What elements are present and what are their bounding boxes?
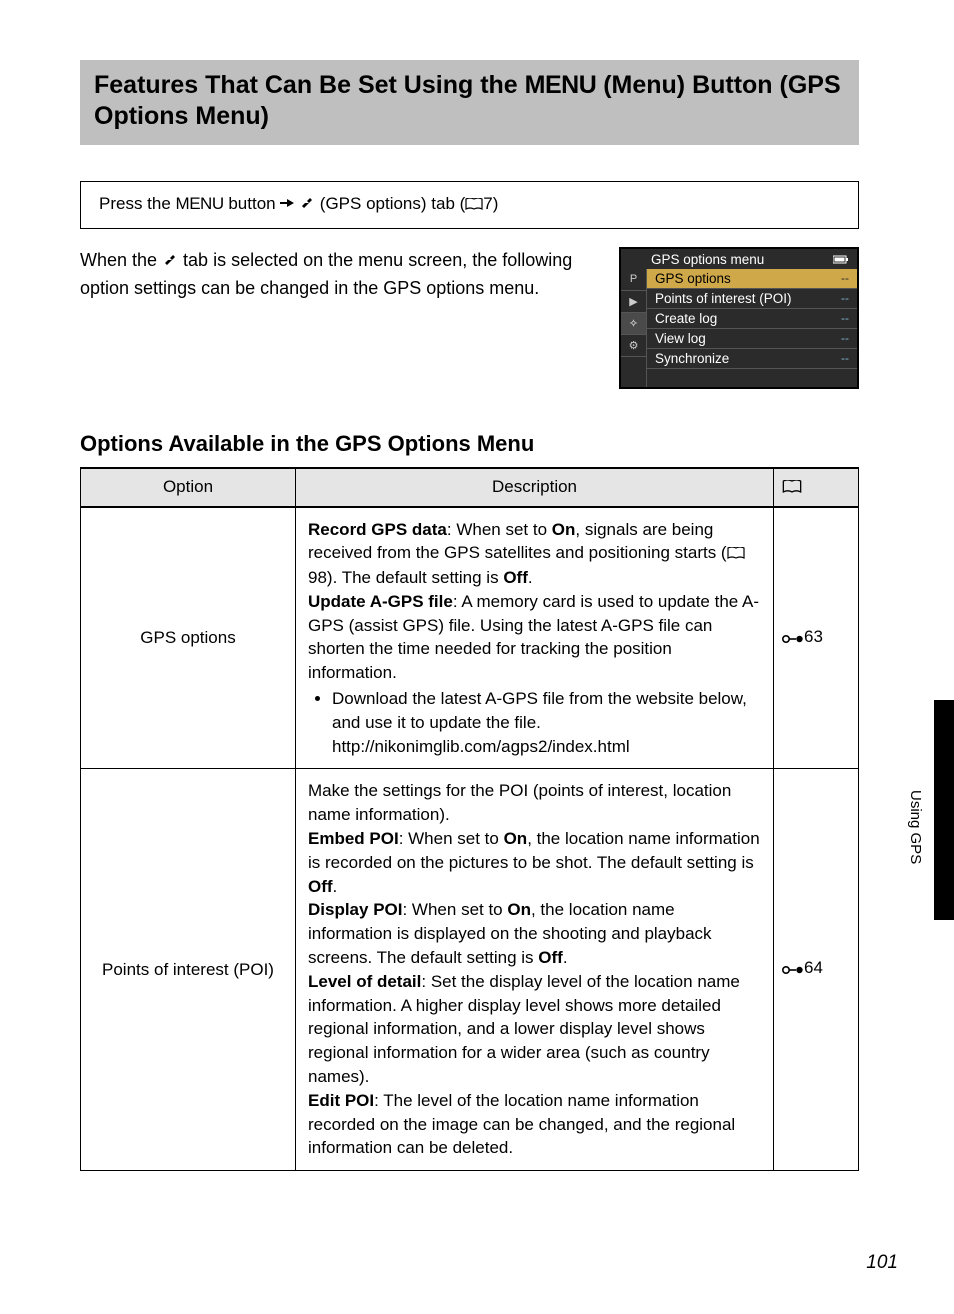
screen-row-val: -- bbox=[841, 291, 849, 305]
instr-suffix: ) bbox=[493, 194, 499, 213]
desc-term: On bbox=[552, 520, 576, 539]
screen-row-label: Synchronize bbox=[655, 351, 729, 366]
screen-tab-play: ▶ bbox=[621, 291, 646, 313]
screen-tab-gps: ✧ bbox=[621, 313, 646, 335]
screen-row-val: -- bbox=[841, 311, 849, 325]
satellite-icon bbox=[299, 195, 315, 216]
book-icon bbox=[465, 195, 483, 215]
desc-text: : When set to bbox=[399, 829, 504, 848]
desc-term: Display POI bbox=[308, 900, 402, 919]
instr-page-ref: 7 bbox=[483, 194, 492, 213]
desc-text: . bbox=[563, 948, 568, 967]
title-menu-word: MENU bbox=[525, 71, 597, 99]
screen-tab-strip: P ▶ ✧ ⚙ bbox=[621, 269, 647, 387]
screen-row-label: Create log bbox=[655, 311, 717, 326]
cell-description: Make the settings for the POI (points of… bbox=[296, 769, 774, 1171]
screen-row: Synchronize -- bbox=[647, 349, 857, 369]
screen-row-val: -- bbox=[841, 271, 849, 285]
title-prefix: Features That Can Be Set Using the bbox=[94, 71, 525, 99]
intro-paragraph: When the tab is selected on the menu scr… bbox=[80, 247, 593, 389]
screen-tab-p: P bbox=[621, 269, 646, 291]
book-icon bbox=[727, 542, 745, 566]
book-icon bbox=[782, 478, 802, 498]
screen-menu-list: GPS options -- Points of interest (POI) --… bbox=[647, 269, 857, 387]
screen-title: GPS options menu bbox=[651, 252, 764, 267]
th-option: Option bbox=[81, 468, 296, 507]
desc-term: Off bbox=[308, 877, 333, 896]
camera-screen-mock: GPS options menu P ▶ ✧ ⚙ GPS options -- P… bbox=[619, 247, 859, 389]
cell-description: Record GPS data: When set to On, signals… bbox=[296, 507, 774, 769]
desc-bullet: Download the latest A-GPS file from the … bbox=[332, 687, 761, 758]
desc-text: 98). The default setting is bbox=[308, 568, 503, 587]
desc-term: Edit POI bbox=[308, 1091, 374, 1110]
intro-l1a: When the bbox=[80, 250, 162, 270]
screen-row-val: -- bbox=[841, 331, 849, 345]
desc-url: http://nikonimglib.com/agps2/index.html bbox=[332, 737, 630, 756]
screen-row-val: -- bbox=[841, 351, 849, 365]
section-label: Using GPS bbox=[907, 790, 924, 864]
page-title: Features That Can Be Set Using the MENU … bbox=[80, 60, 859, 145]
table-row: Points of interest (POI) Make the settin… bbox=[81, 769, 859, 1171]
desc-term: On bbox=[504, 829, 528, 848]
screen-row: Points of interest (POI) -- bbox=[647, 289, 857, 309]
screen-row: GPS options -- bbox=[647, 269, 857, 289]
cell-reference: 63 bbox=[774, 507, 859, 769]
th-description: Description bbox=[296, 468, 774, 507]
th-reference bbox=[774, 468, 859, 507]
desc-term: Level of detail bbox=[308, 972, 421, 991]
desc-term: Update A-GPS file bbox=[308, 592, 453, 611]
screen-row-label: Points of interest (POI) bbox=[655, 291, 792, 306]
cell-reference: 64 bbox=[774, 769, 859, 1171]
subheading: Options Available in the GPS Options Men… bbox=[80, 431, 859, 457]
screen-row: View log -- bbox=[647, 329, 857, 349]
screen-row-label: View log bbox=[655, 331, 706, 346]
satellite-icon bbox=[162, 249, 178, 275]
desc-text: Make the settings for the POI (points of… bbox=[308, 781, 731, 824]
desc-term: Embed POI bbox=[308, 829, 399, 848]
desc-text: . bbox=[333, 877, 338, 896]
key-icon bbox=[782, 959, 804, 983]
desc-term: Record GPS data bbox=[308, 520, 447, 539]
instr-mid2: (GPS options) tab ( bbox=[315, 194, 465, 213]
battery-icon bbox=[833, 252, 849, 267]
table-row: GPS options Record GPS data: When set to… bbox=[81, 507, 859, 769]
arrow-right-icon bbox=[280, 194, 294, 214]
desc-text: : When set to bbox=[402, 900, 507, 919]
desc-term: Off bbox=[503, 568, 528, 587]
screen-row-label: GPS options bbox=[655, 271, 731, 286]
thumb-tab bbox=[934, 700, 954, 920]
cell-option: Points of interest (POI) bbox=[81, 769, 296, 1171]
screen-tab-setup: ⚙ bbox=[621, 335, 646, 357]
desc-term: On bbox=[507, 900, 531, 919]
screen-row: Create log -- bbox=[647, 309, 857, 329]
ref-num: 64 bbox=[804, 958, 823, 977]
desc-text: . bbox=[528, 568, 533, 587]
instr-menu-word: MENU bbox=[176, 194, 224, 213]
instr-mid1: button bbox=[224, 194, 281, 213]
instruction-box: Press the MENU button (GPS options) tab … bbox=[80, 181, 859, 229]
desc-term: Off bbox=[538, 948, 563, 967]
desc-bullet-text: Download the latest A-GPS file from the … bbox=[332, 689, 747, 732]
cell-option: GPS options bbox=[81, 507, 296, 769]
key-icon bbox=[782, 628, 804, 652]
instr-prefix: Press the bbox=[99, 194, 176, 213]
desc-text: : When set to bbox=[447, 520, 552, 539]
options-table: Option Description GPS options Record GP… bbox=[80, 467, 859, 1172]
ref-num: 63 bbox=[804, 627, 823, 646]
page-number: 101 bbox=[866, 1252, 898, 1274]
